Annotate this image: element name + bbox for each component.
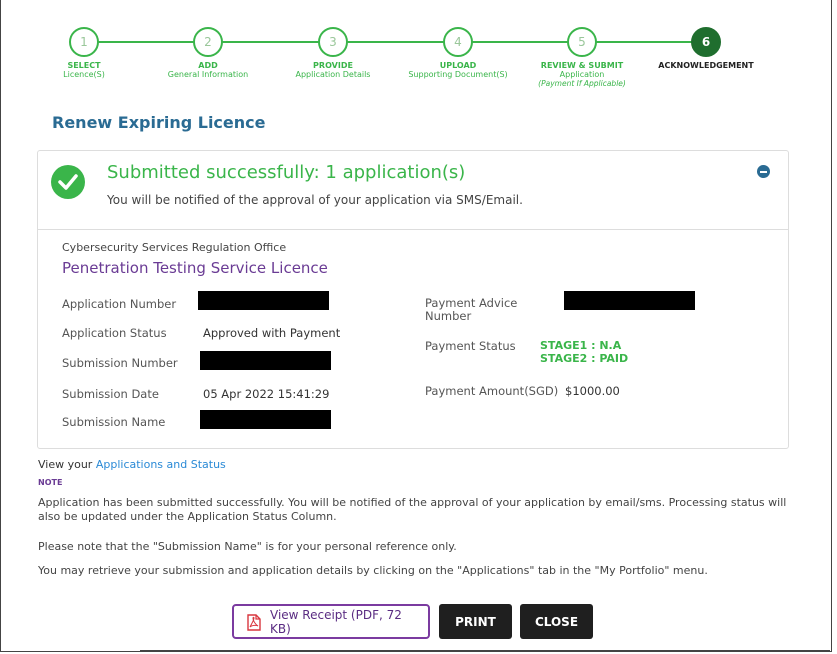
- step-label: UPLOAD Supporting Document(S): [408, 61, 508, 79]
- payment-status-label: Payment Status: [425, 339, 516, 353]
- step-6: 6 ACKNOWLEDGEMENT: [641, 24, 771, 70]
- note-paragraph-1: Application has been submitted successfu…: [38, 496, 787, 523]
- applications-status-link[interactable]: Applications and Status: [96, 458, 226, 471]
- submission-number-label: Submission Number: [62, 356, 178, 370]
- application-number-label: Application Number: [62, 297, 177, 311]
- note-paragraph-3: You may retrieve your submission and app…: [38, 564, 708, 577]
- step-number: 4: [443, 27, 473, 57]
- submission-date-value: 05 Apr 2022 15:41:29: [203, 387, 330, 401]
- licence-name: Penetration Testing Service Licence: [62, 259, 328, 277]
- payment-status-stage1: STAGE1 : N.A: [540, 339, 622, 352]
- step-number: 3: [318, 27, 348, 57]
- note-paragraph-2: Please note that the "Submission Name" i…: [38, 540, 457, 553]
- print-button[interactable]: PRINT: [439, 604, 512, 639]
- step-1: 1 SELECT Licence(S): [19, 24, 149, 79]
- application-status-label: Application Status: [62, 326, 167, 340]
- success-message: You will be notified of the approval of …: [107, 193, 523, 207]
- result-panel: Submitted successfully: 1 application(s)…: [37, 150, 789, 449]
- step-number: 1: [69, 27, 99, 57]
- redacted-payment-advice: [564, 291, 695, 310]
- page-title: Renew Expiring Licence: [52, 113, 266, 132]
- redacted-application-number: [198, 291, 329, 310]
- step-4: 4 UPLOAD Supporting Document(S): [393, 24, 523, 79]
- view-prefix: View your: [38, 458, 93, 471]
- step-number: 2: [193, 27, 223, 57]
- step-5: 5 REVIEW & SUBMIT Application (Payment I…: [517, 24, 647, 88]
- note-label: NOTE: [38, 478, 63, 487]
- collapse-icon[interactable]: [757, 165, 770, 178]
- agency-name: Cybersecurity Services Regulation Office: [62, 241, 287, 254]
- payment-advice-label: Payment Advice Number: [425, 296, 518, 323]
- pdf-icon: [247, 614, 261, 631]
- step-3: 3 PROVIDE Application Details: [268, 24, 398, 79]
- application-status-value: Approved with Payment: [203, 326, 341, 340]
- step-number: 6: [691, 27, 721, 57]
- close-button[interactable]: CLOSE: [520, 604, 593, 639]
- step-label: REVIEW & SUBMIT Application (Payment If …: [538, 61, 626, 88]
- redacted-submission-number: [200, 351, 331, 370]
- submission-name-label: Submission Name: [62, 415, 166, 429]
- submission-date-label: Submission Date: [62, 387, 159, 401]
- payment-amount-label: Payment Amount(SGD): [425, 384, 559, 398]
- progress-stepper: 1 SELECT Licence(S) 2 ADD General Inform…: [36, 24, 776, 104]
- redacted-submission-name: [200, 410, 331, 429]
- step-2: 2 ADD General Information: [143, 24, 273, 79]
- success-title: Submitted successfully: 1 application(s): [107, 162, 466, 183]
- view-applications-line: View your Applications and Status: [38, 458, 226, 471]
- step-label: ACKNOWLEDGEMENT: [658, 61, 754, 70]
- view-receipt-label: View Receipt (PDF, 72 KB): [270, 607, 402, 636]
- step-label: PROVIDE Application Details: [295, 61, 371, 79]
- payment-status-stage2: STAGE2 : PAID: [540, 352, 629, 365]
- panel-header: Submitted successfully: 1 application(s)…: [38, 151, 788, 230]
- step-number: 5: [567, 27, 597, 57]
- view-receipt-button[interactable]: View Receipt (PDF, 72 KB): [232, 604, 430, 639]
- step-label: SELECT Licence(S): [63, 61, 105, 79]
- success-check-icon: [51, 165, 85, 199]
- step-label: ADD General Information: [167, 61, 249, 79]
- payment-amount-value: $1000.00: [565, 384, 620, 398]
- divider: [140, 650, 830, 651]
